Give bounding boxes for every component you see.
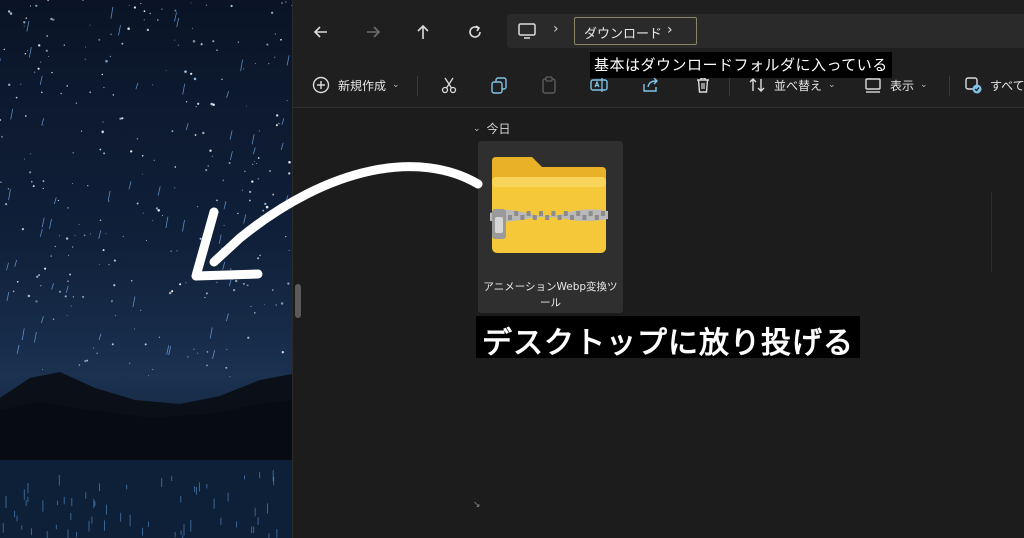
caption-drag-to-desktop: デスクトップに放り投げる (476, 316, 860, 361)
back-button[interactable] (307, 18, 335, 46)
paste-button[interactable] (539, 74, 559, 96)
new-button-label: 新規作成 (338, 78, 387, 93)
zip-folder-icon (490, 157, 608, 253)
up-button[interactable] (409, 18, 437, 46)
chevron-down-icon: ⌄ (828, 80, 836, 90)
starry-night-image (0, 0, 292, 538)
group-header-today[interactable]: ⌄ 今日 (473, 120, 511, 137)
share-icon (643, 77, 658, 92)
resize-grip-icon: ↘ (473, 500, 481, 510)
breadcrumb-separator: › (553, 21, 559, 37)
arrow-left-icon (313, 26, 327, 38)
sort-button-label: 並べ替え (774, 78, 823, 93)
desktop-wallpaper (0, 0, 292, 538)
scissors-icon (441, 77, 457, 94)
this-pc-icon (518, 23, 536, 39)
forward-button[interactable] (359, 18, 387, 46)
file-name-label: アニメーションWebp変換ツール (483, 281, 618, 309)
cut-button[interactable] (439, 74, 459, 96)
toolbar-divider (949, 76, 950, 96)
chevron-down-icon: ⌄ (920, 80, 928, 90)
select-all-label: すべて選 (990, 78, 1024, 93)
trash-icon (697, 77, 709, 93)
new-button[interactable]: 新規作成 ⌄ (311, 74, 400, 96)
arrow-right-icon (367, 26, 381, 38)
breadcrumb-downloads[interactable]: ダウンロード › (574, 17, 697, 45)
refresh-button[interactable] (461, 18, 489, 46)
chevron-down-icon: ⌄ (392, 80, 400, 90)
copy-icon (491, 77, 507, 94)
rename-icon (590, 78, 608, 92)
group-header-label: 今日 (486, 122, 511, 136)
file-item-zip[interactable]: アニメーションWebp変換ツール (478, 141, 623, 313)
arrow-up-icon (417, 24, 429, 39)
copy-button[interactable] (489, 74, 509, 96)
view-button-label: 表示 (890, 78, 915, 93)
toolbar-divider (417, 76, 418, 96)
chevron-down-icon: ⌄ (473, 123, 481, 134)
plus-circle-icon (312, 76, 330, 94)
file-explorer-window: › ダウンロード › 新規作成 ⌄ 並べ替え ⌄ 表示 ⌄ すべて ⌄ 今日 ア… (292, 0, 1024, 538)
select-all-icon (965, 77, 982, 94)
select-all-button[interactable]: すべて選 (963, 74, 1024, 96)
address-bar[interactable]: › ダウンロード › (507, 14, 1024, 48)
caption-downloads-note: 基本はダウンロードフォルダに入っている (590, 52, 892, 78)
column-divider (991, 192, 992, 272)
toolbar-divider (729, 76, 730, 96)
clipboard-icon (542, 76, 556, 94)
breadcrumb-downloads-label: ダウンロード (584, 27, 663, 42)
refresh-icon (469, 25, 481, 38)
sort-icon (749, 78, 765, 92)
view-icon (865, 78, 881, 93)
chevron-right-icon[interactable]: › (667, 22, 673, 38)
scrollbar-thumb[interactable] (295, 284, 301, 318)
